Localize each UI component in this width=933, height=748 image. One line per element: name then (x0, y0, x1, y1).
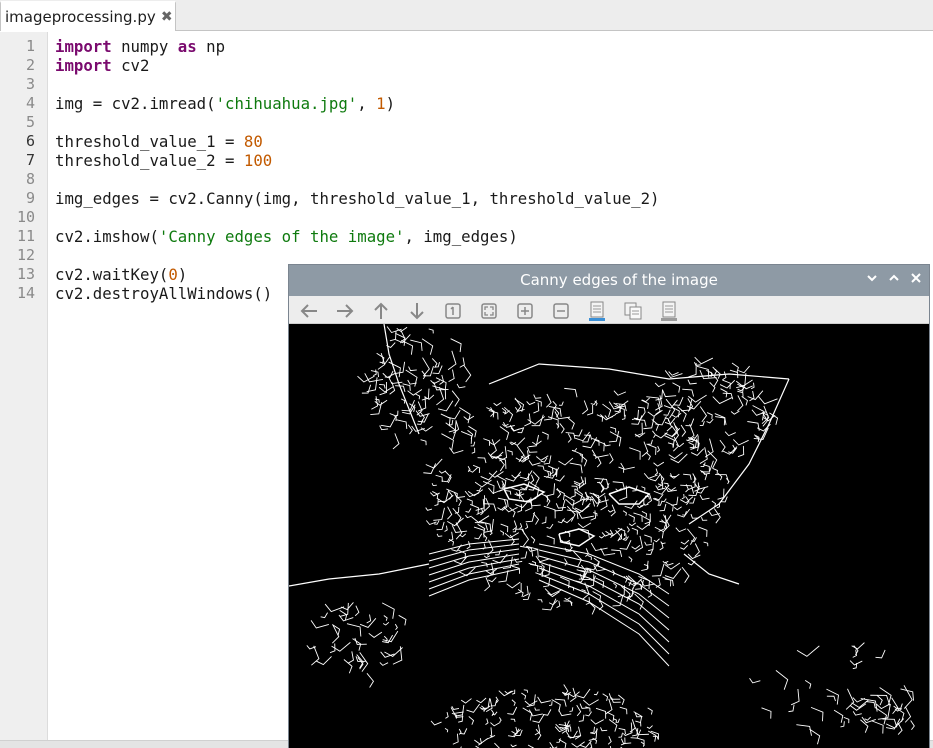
line-number: 2 (25, 56, 35, 74)
close-icon[interactable] (908, 272, 924, 288)
minimize-icon[interactable] (864, 272, 880, 288)
line-number: 13 (16, 265, 35, 283)
arrow-up-icon[interactable] (370, 300, 392, 322)
line-number: 14 (16, 284, 35, 302)
zoom-out-icon[interactable] (550, 300, 572, 322)
edge-image-drawing (289, 324, 915, 748)
arrow-down-icon[interactable] (406, 300, 428, 322)
canny-edges-image[interactable] (289, 324, 929, 748)
tab-imageprocessing[interactable]: imageprocessing.py ✖ (0, 1, 176, 31)
code-line: img = cv2.imread('chihuahua.jpg', 1) (55, 94, 396, 113)
window-titlebar[interactable]: Canny edges of the image (289, 265, 929, 296)
code-line: threshold_value_2 = 100 (55, 151, 273, 170)
zoom-in-icon[interactable] (514, 300, 536, 322)
maximize-icon[interactable] (886, 272, 902, 288)
code-line: img_edges = cv2.Canny(img, threshold_val… (55, 189, 660, 208)
tab-bar: imageprocessing.py ✖ (0, 0, 933, 31)
code-line: import numpy as np (55, 37, 226, 56)
window-title: Canny edges of the image (520, 271, 718, 289)
arrow-left-icon[interactable] (298, 300, 320, 322)
tab-close-icon[interactable]: ✖ (160, 10, 174, 24)
zoom-fit-icon[interactable] (478, 300, 500, 322)
line-number: 4 (25, 94, 35, 112)
line-number: 12 (16, 246, 35, 264)
line-number: 5 (25, 113, 35, 131)
line-number-gutter: 1 2 3 4 5 6 7 8 9 10 11 12 13 14 (0, 32, 48, 748)
code-line: cv2.imshow('Canny edges of the image', i… (55, 227, 518, 246)
line-number: 1 (25, 37, 35, 55)
line-number: 3 (25, 75, 35, 93)
save-icon[interactable] (586, 300, 608, 322)
line-number: 6 (25, 132, 35, 150)
zoom-original-icon[interactable] (442, 300, 464, 322)
arrow-right-icon[interactable] (334, 300, 356, 322)
copy-icon[interactable] (622, 300, 644, 322)
tab-label: imageprocessing.py (5, 8, 156, 26)
image-toolbar (289, 296, 929, 324)
properties-icon[interactable] (658, 300, 680, 322)
line-number: 11 (16, 227, 35, 245)
code-line: import cv2 (55, 56, 150, 75)
line-number: 8 (25, 170, 35, 188)
code-line: threshold_value_1 = 80 (55, 132, 263, 151)
line-number: 7 (25, 151, 35, 169)
opencv-window[interactable]: Canny edges of the image (288, 264, 930, 748)
line-number: 9 (25, 189, 35, 207)
line-number: 10 (16, 208, 35, 226)
